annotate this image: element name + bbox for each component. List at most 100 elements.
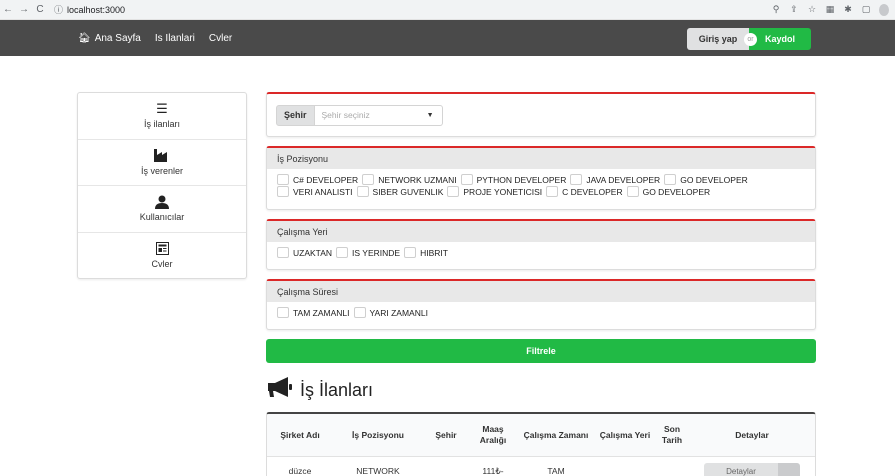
checkbox[interactable] bbox=[404, 247, 417, 258]
sidebar-item-cv[interactable]: Cvler bbox=[78, 233, 246, 280]
checkbox[interactable] bbox=[277, 174, 289, 185]
column-header[interactable]: Şirket Adı bbox=[267, 414, 333, 456]
column-header[interactable]: Son Tarih bbox=[655, 414, 689, 456]
table-header: Şirket Adı İş Pozisyonu Şehir Maaş Aralı… bbox=[267, 414, 815, 457]
cell-company: düzce bbox=[288, 465, 312, 476]
checkbox-label: YARI ZAMANLI bbox=[369, 307, 428, 318]
sidebar-item-label: İş ilanları bbox=[143, 119, 180, 130]
cell-position: NETWORK bbox=[356, 465, 400, 476]
profile-avatar[interactable] bbox=[879, 3, 889, 16]
address-bar[interactable]: localhost:3000 bbox=[67, 5, 125, 15]
sidebar-item-label: Kullanıcılar bbox=[139, 212, 185, 223]
reload-icon[interactable]: C bbox=[32, 2, 48, 18]
checkbox-label: SIBER GUVENLIK bbox=[372, 186, 444, 197]
checkbox[interactable] bbox=[460, 174, 473, 185]
share-icon[interactable]: ⇪ bbox=[789, 4, 799, 15]
checkbox[interactable] bbox=[353, 307, 366, 318]
auth-buttons: Giriş yap or Kaydol bbox=[687, 28, 811, 50]
workplace-filter-panel: Çalışma Yeri UZAKTAN IS YERINDE HIBRIT bbox=[266, 219, 816, 270]
position-filter-panel: İş Pozisyonu C# DEVELOPER NETWORK UZMANI… bbox=[266, 146, 816, 210]
login-button[interactable]: Giriş yap bbox=[687, 28, 749, 50]
newspaper-icon bbox=[155, 242, 169, 256]
position-row-1: C# DEVELOPER NETWORK UZMANI PYTHON DEVEL… bbox=[277, 174, 805, 185]
sidebar-item-label: İş verenler bbox=[140, 165, 184, 176]
checkbox[interactable] bbox=[356, 186, 369, 197]
checkbox-label: GO DEVELOPER bbox=[680, 174, 748, 185]
column-header[interactable]: Çalışma Yeri bbox=[595, 414, 655, 456]
workplace-row: UZAKTAN IS YERINDE HIBRIT bbox=[277, 247, 805, 258]
city-dropdown[interactable]: Şehir seçiniz ▼ bbox=[314, 104, 443, 126]
nav-cv-link[interactable]: Cvler bbox=[209, 33, 232, 44]
column-header[interactable]: İş Pozisyonu bbox=[333, 414, 423, 456]
nav-home-label: Ana Sayfa bbox=[94, 32, 141, 44]
checkbox-label: C# DEVELOPER bbox=[293, 174, 359, 185]
checkbox-label: UZAKTAN bbox=[293, 247, 333, 258]
checkbox-label: C DEVELOPER bbox=[562, 186, 623, 197]
checkbox[interactable] bbox=[626, 186, 639, 197]
city-label: Şehir bbox=[276, 104, 315, 126]
details-button[interactable]: Detaylar bbox=[704, 463, 800, 476]
checkbox[interactable] bbox=[277, 307, 289, 318]
listing-title: İş İlanları bbox=[300, 379, 374, 400]
back-arrow-icon[interactable]: ← bbox=[0, 2, 16, 18]
sidebar-item-employers[interactable]: İş verenler bbox=[78, 140, 246, 186]
checkbox[interactable] bbox=[664, 174, 677, 185]
cell-deadline bbox=[655, 457, 689, 476]
column-header[interactable]: Şehir bbox=[423, 414, 469, 456]
cell-details: Detaylar bbox=[689, 457, 815, 476]
sidebar-menu: ☰ İş ilanları İş verenler Kullanıcılar C… bbox=[77, 92, 247, 279]
position-row-2: VERI ANALISTI SIBER GUVENLIK PROJE YONET… bbox=[277, 186, 805, 197]
details-button-label: Detaylar bbox=[704, 463, 778, 476]
checkbox-label: VERI ANALISTI bbox=[293, 186, 353, 197]
job-listing-table: Şirket Adı İş Pozisyonu Şehir Maaş Aralı… bbox=[266, 412, 816, 476]
checkbox[interactable] bbox=[277, 186, 289, 197]
checkbox[interactable] bbox=[546, 186, 559, 197]
checkbox[interactable] bbox=[277, 247, 289, 258]
filter-button[interactable]: Filtrele bbox=[266, 339, 816, 363]
nav-jobs-label: Is Ilanlari bbox=[154, 32, 195, 44]
checkbox-label: PROJE YONETICISI bbox=[463, 186, 543, 197]
extension-icon[interactable]: ▦ bbox=[825, 4, 835, 15]
site-info-icon[interactable]: ⓘ bbox=[54, 3, 63, 16]
city-filter-panel: Şehir Şehir seçiniz ▼ bbox=[266, 92, 816, 137]
duration-filter-title: Çalışma Süresi bbox=[267, 281, 815, 302]
zoom-icon[interactable]: ⚲ bbox=[771, 4, 781, 15]
sidebar-item-label: Cvler bbox=[151, 259, 173, 270]
or-divider: or bbox=[744, 33, 757, 46]
checkbox-label: PYTHON DEVELOPER bbox=[476, 174, 567, 185]
user-icon bbox=[155, 195, 169, 210]
factory-icon bbox=[154, 148, 170, 163]
duration-row: TAM ZAMANLI YARI ZAMANLI bbox=[277, 307, 805, 318]
forward-arrow-icon[interactable]: → bbox=[16, 2, 32, 18]
puzzle-icon[interactable]: ✱ bbox=[843, 4, 853, 15]
column-header[interactable]: Maaş Aralığı bbox=[469, 414, 517, 456]
checkbox-label: TAM ZAMANLI bbox=[293, 307, 350, 318]
top-navbar: 🏠︎ Ana Sayfa Is Ilanlari Cvler Giriş yap… bbox=[0, 20, 895, 56]
checkbox[interactable] bbox=[336, 247, 349, 258]
nav-home-link[interactable]: 🏠︎ Ana Sayfa bbox=[78, 33, 141, 44]
browser-toolbar: ← → C ⓘ localhost:3000 ⚲ ⇪ ☆ ▦ ✱ ▢ bbox=[0, 0, 895, 20]
column-header[interactable]: Çalışma Zamanı bbox=[517, 414, 595, 456]
checkbox[interactable] bbox=[362, 174, 375, 185]
list-icon: ☰ bbox=[156, 101, 168, 117]
cell-time: TAM bbox=[547, 465, 565, 476]
signup-button[interactable]: Kaydol bbox=[749, 28, 811, 50]
position-filter-title: İş Pozisyonu bbox=[267, 148, 815, 169]
cell-place bbox=[595, 457, 655, 476]
bookmark-star-icon[interactable]: ☆ bbox=[807, 4, 817, 15]
nav-cv-label: Cvler bbox=[208, 32, 233, 44]
sidebar-item-jobs[interactable]: ☰ İş ilanları bbox=[78, 93, 246, 140]
checkbox-label: HIBRIT bbox=[420, 247, 448, 258]
checkbox[interactable] bbox=[570, 174, 583, 185]
sidepanel-icon[interactable]: ▢ bbox=[861, 4, 871, 15]
home-icon: 🏠︎ bbox=[78, 32, 91, 44]
details-button-addon bbox=[778, 463, 800, 476]
checkbox[interactable] bbox=[447, 186, 460, 197]
nav-jobs-link[interactable]: Is Ilanlari bbox=[155, 33, 195, 44]
listing-heading: İş İlanları bbox=[266, 376, 373, 404]
cell-city bbox=[423, 457, 469, 476]
sidebar-item-users[interactable]: Kullanıcılar bbox=[78, 186, 246, 233]
duration-filter-panel: Çalışma Süresi TAM ZAMANLI YARI ZAMANLI bbox=[266, 279, 816, 330]
checkbox-label: JAVA DEVELOPER bbox=[586, 174, 661, 185]
column-header[interactable]: Detaylar bbox=[689, 414, 815, 456]
